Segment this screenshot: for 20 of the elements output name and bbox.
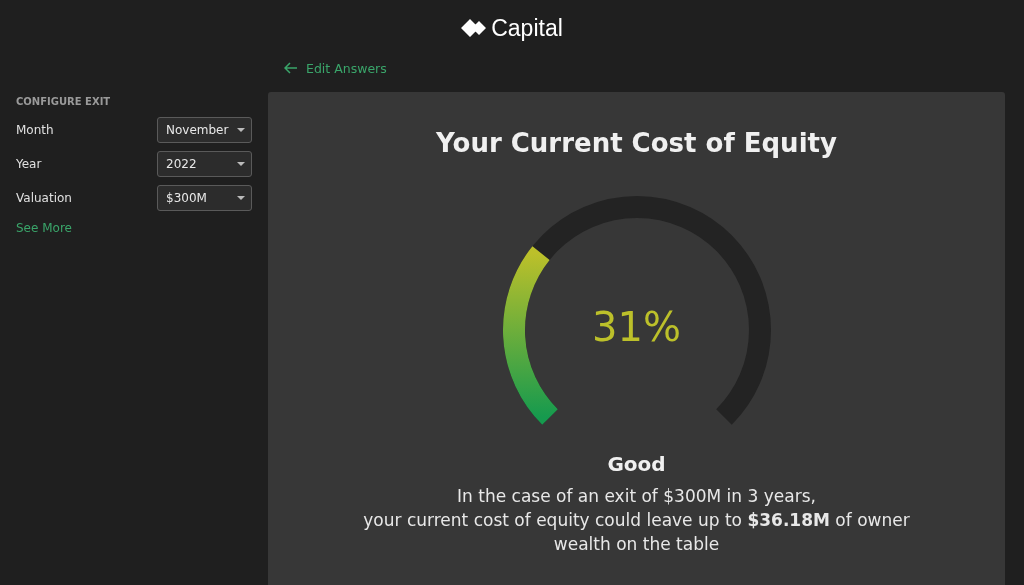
logo-text: Capital — [491, 14, 563, 42]
logo-icon — [461, 19, 488, 37]
caret-icon — [237, 162, 245, 166]
dropdown[interactable]: $300M — [157, 185, 252, 211]
dropdown[interactable]: November — [157, 117, 252, 143]
field-label: Year — [16, 157, 42, 171]
dropdown[interactable]: 2022 — [157, 151, 252, 177]
section-heading: CONFIGURE EXIT — [16, 96, 112, 107]
caret-icon — [237, 196, 245, 200]
card-title: Your Current Cost of Equity — [436, 128, 837, 158]
rating-label: Good — [607, 452, 666, 476]
summary-text: In the case of an exit of $300M in 3 years, — [456, 485, 817, 508]
gauge-reading: 31% — [591, 304, 682, 350]
see-more-link[interactable]: See More — [16, 221, 252, 235]
summary-text: your current cost of equity could leave up to $36.18M of owner wealth on the table — [362, 509, 911, 556]
field-label: Month — [16, 123, 54, 137]
back-link[interactable]: Edit Answers — [284, 56, 387, 80]
caret-icon — [237, 128, 245, 132]
arrow-left-icon — [284, 62, 298, 74]
field-label: Valuation — [16, 191, 72, 205]
